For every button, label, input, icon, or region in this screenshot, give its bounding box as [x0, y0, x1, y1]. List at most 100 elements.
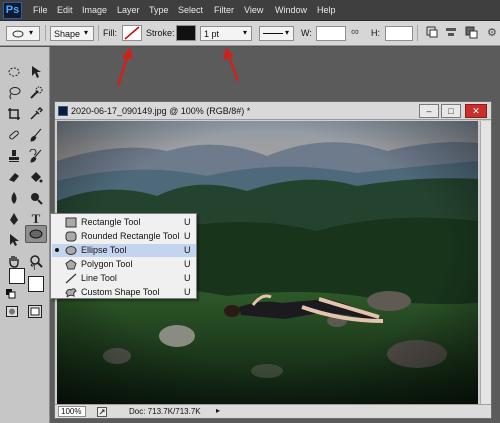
quick-selection-tool-icon[interactable] — [26, 84, 46, 102]
menu-filter[interactable]: Filter — [214, 5, 234, 15]
blur-tool-icon[interactable] — [4, 189, 24, 207]
flyout-item-ellipse[interactable]: Ellipse Tool U — [52, 244, 196, 257]
crop-tool-icon[interactable] — [4, 105, 24, 123]
menu-select[interactable]: Select — [178, 5, 203, 15]
rectangle-icon — [65, 217, 77, 228]
path-operations-icon[interactable] — [426, 26, 438, 40]
mode-select[interactable]: Shape ▾ — [50, 26, 94, 41]
annotation-arrow-stroke-width — [223, 47, 240, 82]
flyout-item-rectangle[interactable]: Rectangle Tool U — [52, 216, 196, 229]
height-input[interactable] — [385, 26, 413, 41]
menu-bar: Ps File Edit Image Layer Type Select Fil… — [0, 0, 500, 21]
flyout-item-rounded-rectangle[interactable]: Rounded Rectangle Tool U — [52, 230, 196, 243]
flyout-item-shortcut: U — [184, 217, 191, 227]
status-bar: 100% Doc: 713.7K/713.7K ▸ — [55, 404, 491, 418]
polygon-icon — [65, 259, 77, 270]
fill-swatch[interactable] — [122, 25, 142, 41]
tool-preset-picker[interactable]: ▾ — [6, 26, 40, 41]
flyout-item-shortcut: U — [184, 259, 191, 269]
vertical-scrollbar[interactable] — [480, 121, 491, 404]
mode-value: Shape — [54, 29, 81, 39]
chevron-down-icon: ▾ — [84, 28, 89, 37]
doc-size-info: Doc: 713.7K/713.7K — [129, 407, 201, 416]
flyout-item-shortcut: U — [184, 287, 191, 297]
status-menu-arrow-icon[interactable]: ▸ — [216, 406, 220, 415]
flyout-item-label: Line Tool — [81, 273, 117, 283]
close-button[interactable]: ✕ — [465, 104, 487, 118]
tools-panel: T ↰ — [0, 47, 50, 423]
menu-view[interactable]: View — [244, 5, 263, 15]
photoshop-logo: Ps — [3, 2, 22, 19]
ellipse-icon — [12, 30, 24, 38]
move-tool-icon[interactable] — [26, 63, 46, 81]
menu-layer[interactable]: Layer — [117, 5, 140, 15]
screen-mode-icon[interactable] — [28, 305, 42, 318]
ellipse-icon — [29, 229, 43, 239]
height-label: H: — [371, 28, 380, 38]
fill-label: Fill: — [103, 28, 117, 38]
annotation-arrow-fill — [116, 47, 133, 87]
flyout-item-label: Custom Shape Tool — [81, 287, 160, 297]
no-fill-icon — [124, 26, 140, 40]
menu-help[interactable]: Help — [317, 5, 336, 15]
menu-image[interactable]: Image — [82, 5, 107, 15]
marquee-tool-icon[interactable] — [4, 63, 24, 81]
path-alignment-icon[interactable] — [445, 26, 457, 40]
chevron-down-icon: ▾ — [285, 28, 290, 37]
width-input[interactable] — [316, 26, 346, 41]
flyout-item-shortcut: U — [184, 231, 191, 241]
flyout-item-label: Rectangle Tool — [81, 217, 141, 227]
line-icon — [65, 273, 77, 284]
restore-button[interactable]: □ — [441, 104, 461, 118]
menu-window[interactable]: Window — [275, 5, 307, 15]
foreground-color-swatch[interactable] — [9, 268, 25, 284]
chevron-down-icon: ▾ — [243, 28, 248, 37]
paint-bucket-tool-icon[interactable] — [26, 168, 46, 186]
brush-tool-icon[interactable] — [26, 126, 46, 144]
options-bar: ▾ Shape ▾ Fill: Stroke: 1 pt ▾ ▾ W: ∞ H:… — [0, 21, 500, 46]
swap-colors-icon[interactable]: ↰ — [29, 262, 37, 273]
menu-file[interactable]: File — [33, 5, 48, 15]
custom-shape-icon — [65, 288, 77, 298]
link-icon[interactable]: ∞ — [351, 26, 359, 38]
healing-brush-tool-icon[interactable] — [4, 126, 24, 144]
menu-type[interactable]: Type — [149, 5, 169, 15]
eyedropper-tool-icon[interactable] — [26, 105, 46, 123]
rounded-rectangle-icon — [65, 231, 77, 242]
background-color-swatch[interactable] — [28, 276, 44, 292]
stroke-width-field[interactable]: 1 pt ▾ — [200, 26, 252, 41]
flyout-item-line[interactable]: Line Tool U — [52, 272, 196, 285]
zoom-field[interactable]: 100% — [58, 406, 86, 417]
path-arrangement-icon[interactable] — [465, 26, 479, 40]
menu-edit[interactable]: Edit — [57, 5, 73, 15]
history-brush-tool-icon[interactable] — [26, 147, 46, 165]
shape-tools-flyout: Rectangle Tool U Rounded Rectangle Tool … — [50, 213, 197, 299]
path-selection-tool-icon[interactable] — [4, 231, 24, 249]
flyout-item-shortcut: U — [184, 273, 191, 283]
minimize-button[interactable]: – — [419, 104, 439, 118]
lasso-tool-icon[interactable] — [4, 84, 24, 102]
pen-tool-icon[interactable] — [4, 210, 24, 228]
export-icon[interactable] — [97, 407, 107, 417]
flyout-item-shortcut: U — [184, 245, 191, 255]
flyout-item-label: Rounded Rectangle Tool — [81, 231, 180, 241]
flyout-item-custom-shape[interactable]: Custom Shape Tool U — [52, 286, 196, 299]
ellipse-icon — [65, 246, 77, 255]
clone-stamp-tool-icon[interactable] — [4, 147, 24, 165]
default-colors-icon[interactable] — [6, 289, 16, 299]
stroke-type-select[interactable]: ▾ — [259, 26, 294, 41]
photoshop-doc-icon — [58, 106, 68, 116]
stroke-label: Stroke: — [146, 28, 175, 38]
gear-icon[interactable]: ⚙ — [487, 26, 497, 39]
flyout-item-polygon[interactable]: Polygon Tool U — [52, 258, 196, 271]
stroke-width-value: 1 pt — [204, 29, 220, 39]
flyout-item-label: Polygon Tool — [81, 259, 133, 269]
eraser-tool-icon[interactable] — [4, 168, 24, 186]
document-titlebar[interactable]: 2020-06-17_090149.jpg @ 100% (RGB/8#) * … — [55, 102, 491, 120]
ellipse-tool-button[interactable] — [25, 225, 47, 243]
selected-bullet-icon — [55, 248, 59, 252]
dodge-tool-icon[interactable] — [26, 189, 46, 207]
quick-mask-icon[interactable] — [6, 306, 18, 317]
stroke-swatch[interactable] — [176, 25, 196, 41]
chevron-down-icon: ▾ — [29, 28, 34, 37]
